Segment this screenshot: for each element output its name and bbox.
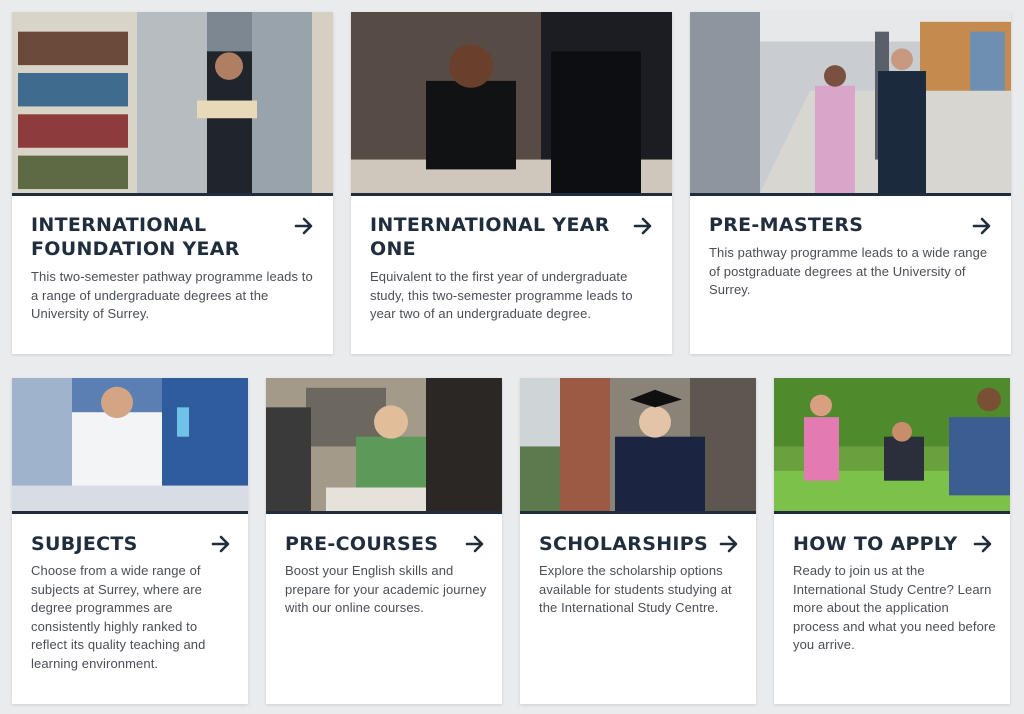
- library-student-photo: [12, 12, 333, 196]
- card-description: Boost your English skills and prepare fo…: [285, 563, 487, 615]
- card-description: Ready to join us at the International St…: [793, 563, 996, 652]
- study-group-photo: [266, 378, 502, 514]
- card-description: Explore the scholarship options availabl…: [539, 563, 732, 615]
- card-title[interactable]: PRE-MASTERS: [709, 213, 959, 237]
- card-title[interactable]: HOW TO APPLY: [793, 532, 973, 556]
- card-title[interactable]: SUBJECTS: [31, 532, 211, 556]
- card-title[interactable]: INTERNATIONAL YEAR ONE: [370, 213, 620, 261]
- card-description: Choose from a wide range of subjects at …: [31, 563, 206, 671]
- arrow-right-icon[interactable]: [972, 216, 992, 236]
- laboratory-photo: [12, 378, 248, 514]
- card-pre-courses[interactable]: PRE-COURSES Boost your English skills an…: [266, 378, 502, 704]
- arrow-right-icon[interactable]: [973, 534, 993, 554]
- arrow-right-icon[interactable]: [719, 534, 739, 554]
- campus-walkway-photo: [690, 12, 1011, 196]
- card-title[interactable]: SCHOLARSHIPS: [539, 532, 719, 556]
- card-description: Equivalent to the first year of undergra…: [370, 269, 633, 321]
- card-how-to-apply[interactable]: HOW TO APPLY Ready to join us at the Int…: [774, 378, 1010, 704]
- card-title[interactable]: INTERNATIONAL FOUNDATION YEAR: [31, 213, 281, 261]
- graduate-photo: [520, 378, 756, 514]
- students-on-lawn-photo: [774, 378, 1010, 514]
- card-description: This two-semester pathway programme lead…: [31, 269, 313, 321]
- card-pre-masters[interactable]: PRE-MASTERS This pathway programme leads…: [690, 12, 1011, 354]
- student-writing-photo: [351, 12, 672, 196]
- card-international-year-one[interactable]: INTERNATIONAL YEAR ONE Equivalent to the…: [351, 12, 672, 354]
- card-description: This pathway programme leads to a wide r…: [709, 245, 988, 297]
- arrow-right-icon[interactable]: [465, 534, 485, 554]
- card-title[interactable]: PRE-COURSES: [285, 532, 465, 556]
- card-scholarships[interactable]: SCHOLARSHIPS Explore the scholarship opt…: [520, 378, 756, 704]
- arrow-right-icon[interactable]: [633, 216, 653, 236]
- arrow-right-icon[interactable]: [211, 534, 231, 554]
- card-international-foundation-year[interactable]: INTERNATIONAL FOUNDATION YEAR This two-s…: [12, 12, 333, 354]
- card-subjects[interactable]: SUBJECTS Choose from a wide range of sub…: [12, 378, 248, 704]
- arrow-right-icon[interactable]: [294, 216, 314, 236]
